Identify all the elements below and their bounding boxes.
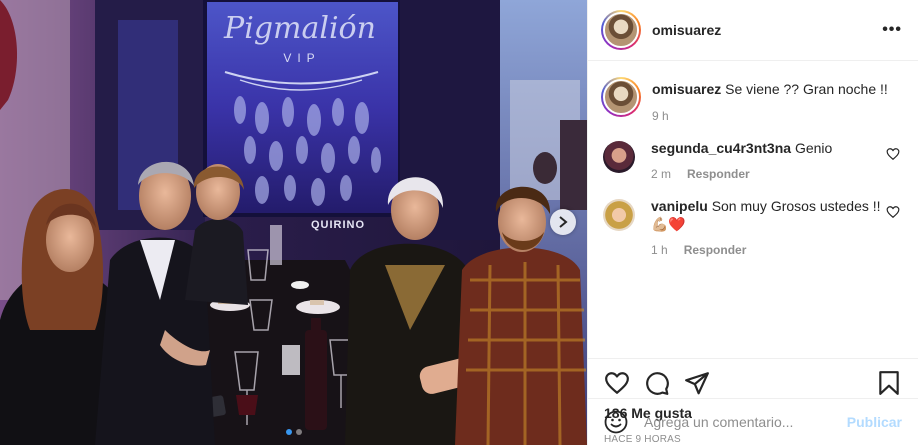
- caption-text: Se viene ?? Gran noche !!: [725, 81, 888, 97]
- photo-illustration: Pigmalión VIP QUIRINO: [0, 0, 587, 445]
- caption-username[interactable]: omisuarez: [652, 81, 721, 97]
- post-header: omisuarez •••: [588, 0, 918, 61]
- svg-text:Pigmalión: Pigmalión: [223, 11, 376, 46]
- comment-meta: 1 h Responder: [651, 243, 883, 257]
- post-photo[interactable]: Pigmalión VIP QUIRINO: [0, 0, 587, 445]
- comment-like-heart-icon[interactable]: [886, 147, 900, 161]
- chevron-right-icon: [559, 216, 568, 228]
- post-side-panel: omisuarez ••• omisuarez Se viene ?? Gran…: [587, 0, 918, 445]
- carousel-indicator: [0, 429, 587, 435]
- carousel-dot-1: [285, 429, 292, 435]
- comment-avatar[interactable]: [603, 141, 635, 173]
- emoji-icon[interactable]: [604, 410, 628, 434]
- comment-time[interactable]: 2 m: [651, 167, 671, 181]
- more-horizontal-icon[interactable]: •••: [882, 21, 902, 39]
- reply-button[interactable]: Responder: [684, 243, 747, 257]
- avatar: [603, 12, 639, 48]
- comment-body: vanipelu Son muy Grosos ustedes !! 💪🏼❤️ …: [651, 197, 883, 257]
- comment-item: vanipelu Son muy Grosos ustedes !! 💪🏼❤️ …: [601, 197, 902, 257]
- caption: omisuarez Se viene ?? Gran noche !! 9 h: [601, 77, 902, 123]
- comments-section: omisuarez Se viene ?? Gran noche !! 9 h …: [588, 61, 918, 358]
- comment-text: Genio: [794, 140, 833, 156]
- bookmark-icon[interactable]: [876, 370, 902, 396]
- comment-text-line: segunda_cu4r3nt3na Genio: [651, 139, 883, 157]
- comment-time[interactable]: 1 h: [651, 243, 668, 257]
- header-username[interactable]: omisuarez: [652, 22, 721, 38]
- comment-text-line: vanipelu Son muy Grosos ustedes !! 💪🏼❤️: [651, 197, 883, 233]
- carousel-dot-2: [295, 429, 302, 435]
- comment-username[interactable]: segunda_cu4r3nt3na: [651, 140, 791, 156]
- reply-button[interactable]: Responder: [687, 167, 750, 181]
- comment-username[interactable]: vanipelu: [651, 198, 708, 214]
- story-ring[interactable]: [601, 10, 641, 50]
- comment-meta: 2 m Responder: [651, 167, 883, 181]
- caption-time[interactable]: 9 h: [652, 109, 888, 123]
- share-icon[interactable]: [684, 370, 710, 396]
- caption-avatar: [603, 79, 639, 115]
- publish-button[interactable]: Publicar: [847, 414, 902, 430]
- comment-icon[interactable]: [644, 370, 670, 396]
- svg-text:QUIRINO: QUIRINO: [311, 219, 365, 231]
- svg-text:VIP: VIP: [283, 51, 320, 65]
- caption-avatar-ring[interactable]: [601, 77, 641, 117]
- comment-avatar[interactable]: [603, 199, 635, 231]
- caption-text-line: omisuarez Se viene ?? Gran noche !!: [652, 80, 888, 98]
- heart-icon[interactable]: [604, 370, 630, 396]
- comment-input[interactable]: [644, 414, 847, 430]
- carousel-next-button[interactable]: [550, 209, 576, 235]
- comment-like-heart-icon[interactable]: [886, 205, 900, 219]
- comment-body: segunda_cu4r3nt3na Genio 2 m Responder: [651, 139, 883, 181]
- instagram-post: Pigmalión VIP QUIRINO omisuarez ••• omis…: [0, 0, 918, 445]
- caption-body: omisuarez Se viene ?? Gran noche !! 9 h: [652, 77, 888, 123]
- comment-item: segunda_cu4r3nt3na Genio 2 m Responder: [601, 139, 902, 181]
- add-comment-bar: Publicar: [588, 398, 918, 445]
